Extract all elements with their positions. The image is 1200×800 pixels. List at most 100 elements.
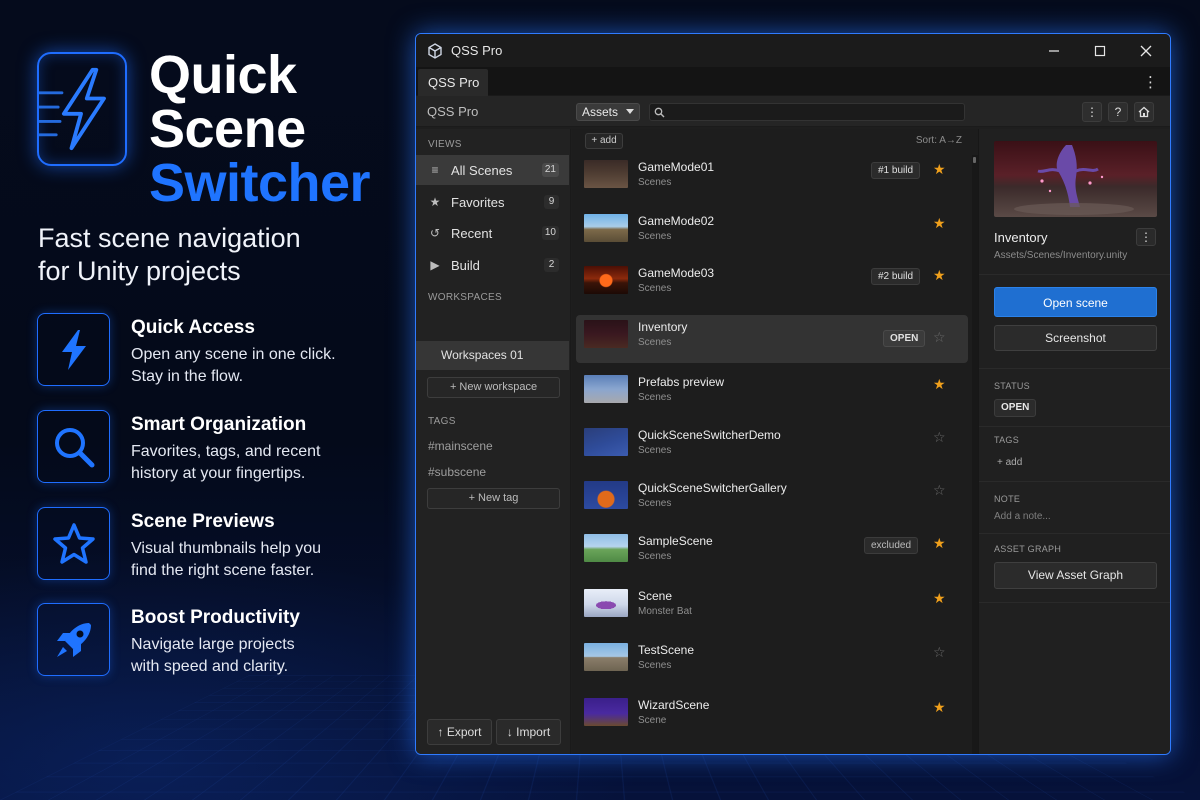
tab-menu-button[interactable]: ⋮ bbox=[1143, 73, 1158, 91]
more-options-button[interactable]: ⋮ bbox=[1082, 102, 1102, 122]
scene-thumbnail bbox=[584, 214, 628, 242]
feature-desc: Visual thumbnails help you find the righ… bbox=[131, 538, 391, 582]
count-badge: 9 bbox=[544, 195, 559, 209]
feature-desc-line: Stay in the flow. bbox=[131, 368, 244, 385]
add-scene-button[interactable]: + add bbox=[585, 133, 623, 149]
detail-scene-name: Inventory bbox=[994, 230, 1048, 245]
scene-preview-image bbox=[994, 141, 1157, 217]
workspace-item[interactable]: Workspaces 01 bbox=[416, 341, 569, 370]
divider bbox=[979, 602, 1170, 603]
open-scene-button[interactable]: Open scene bbox=[994, 287, 1157, 317]
feature-scene-previews: Scene Previews Visual thumbnails help yo… bbox=[37, 507, 397, 581]
play-icon: ▶ bbox=[430, 258, 440, 272]
title-line-3: Switcher bbox=[149, 153, 371, 213]
scene-row[interactable]: GameMode02 Scenes ★ bbox=[576, 209, 968, 257]
tagline-line-2: for Unity projects bbox=[38, 256, 241, 286]
tab-qss-pro[interactable]: QSS Pro bbox=[418, 69, 488, 96]
favorite-star-icon[interactable]: ★ bbox=[933, 535, 946, 552]
scene-thumbnail bbox=[584, 481, 628, 509]
favorite-star-icon[interactable]: ☆ bbox=[933, 644, 946, 661]
note-label: NOTE bbox=[994, 494, 1021, 504]
scene-name: GameMode03 bbox=[638, 266, 715, 280]
maximize-button[interactable] bbox=[1089, 40, 1111, 62]
scene-row[interactable]: TestScene Scenes ☆ bbox=[576, 638, 968, 686]
search-box[interactable] bbox=[649, 103, 965, 121]
title-bar[interactable]: QSS Pro bbox=[416, 34, 1170, 67]
scene-row[interactable]: QuickSceneSwitcherDemo Scenes ☆ bbox=[576, 423, 968, 471]
add-tag-button[interactable]: + add bbox=[997, 457, 1022, 468]
assets-dropdown[interactable]: Assets bbox=[576, 103, 640, 121]
feature-desc-line: Visual thumbnails help you bbox=[131, 540, 322, 557]
logo-icon bbox=[37, 52, 127, 166]
search-input[interactable] bbox=[668, 104, 958, 120]
count-badge: 21 bbox=[541, 163, 559, 177]
title-line-2: Scene bbox=[149, 99, 306, 159]
list-icon: ≡ bbox=[431, 163, 439, 177]
note-input[interactable]: Add a note... bbox=[994, 511, 1051, 522]
scene-path: Scenes bbox=[638, 177, 672, 188]
feature-title: Scene Previews bbox=[131, 511, 275, 532]
scrollbar-thumb[interactable] bbox=[973, 157, 976, 163]
tab-bar: QSS Pro ⋮ bbox=[416, 67, 1170, 96]
scene-row[interactable]: SampleScene Scenes excluded ★ bbox=[576, 529, 968, 577]
rocket-icon bbox=[37, 603, 110, 676]
count-badge: 10 bbox=[541, 226, 559, 240]
favorite-star-icon[interactable]: ☆ bbox=[933, 482, 946, 499]
asset-graph-label: ASSET GRAPH bbox=[994, 544, 1062, 554]
scene-thumbnail bbox=[584, 375, 628, 403]
favorite-star-icon[interactable]: ★ bbox=[933, 267, 946, 284]
sidebar-item-favorites[interactable]: ★ Favorites 9 bbox=[416, 187, 569, 217]
favorite-star-icon[interactable]: ★ bbox=[933, 215, 946, 232]
tagline-line-1: Fast scene navigation bbox=[38, 223, 301, 253]
scene-thumbnail bbox=[584, 266, 628, 294]
favorite-star-icon[interactable]: ☆ bbox=[933, 429, 946, 446]
tags-section-label: TAGS bbox=[428, 416, 456, 427]
favorite-star-icon[interactable]: ★ bbox=[933, 161, 946, 178]
feature-desc: Navigate large projects with speed and c… bbox=[131, 634, 391, 678]
sidebar: VIEWS ≡ All Scenes 21 ★ Favorites 9 ↺ Re… bbox=[416, 129, 571, 754]
tags-label: TAGS bbox=[994, 435, 1020, 445]
excluded-badge: excluded bbox=[864, 537, 919, 554]
tagline: Fast scene navigation for Unity projects bbox=[38, 222, 378, 288]
scene-row[interactable]: QuickSceneSwitcherGallery Scenes ☆ bbox=[576, 476, 968, 524]
sort-dropdown[interactable]: Sort: A→Z bbox=[916, 135, 962, 146]
favorite-star-icon[interactable]: ☆ bbox=[933, 329, 946, 346]
minimize-button[interactable] bbox=[1043, 40, 1065, 62]
scene-row[interactable]: GameMode03 Scenes #2 build ★ bbox=[576, 261, 968, 309]
tag-item[interactable]: #subscene bbox=[428, 465, 486, 479]
scene-name: GameMode02 bbox=[638, 214, 715, 228]
sidebar-item-recent[interactable]: ↺ Recent 10 bbox=[416, 218, 569, 248]
export-button[interactable]: ↑ Export bbox=[427, 719, 492, 745]
scene-row[interactable]: Inventory Scenes OPEN ☆ bbox=[576, 315, 968, 363]
close-button[interactable] bbox=[1135, 40, 1157, 62]
favorite-star-icon[interactable]: ★ bbox=[933, 376, 946, 393]
scene-list: + add Sort: A→Z GameMode01 Scenes #1 bui… bbox=[572, 129, 978, 754]
divider bbox=[979, 533, 1170, 534]
home-button[interactable] bbox=[1134, 102, 1154, 122]
sidebar-item-all-scenes[interactable]: ≡ All Scenes 21 bbox=[416, 155, 569, 185]
view-asset-graph-button[interactable]: View Asset Graph bbox=[994, 562, 1157, 589]
feature-title: Smart Organization bbox=[131, 414, 307, 435]
home-icon bbox=[1138, 106, 1150, 118]
recent-icon: ↺ bbox=[429, 226, 441, 240]
import-button[interactable]: ↓ Import bbox=[496, 719, 561, 745]
feature-smart-organization: Smart Organization Favorites, tags, and … bbox=[37, 410, 397, 484]
detail-menu-button[interactable]: ⋮ bbox=[1136, 228, 1156, 246]
new-tag-button[interactable]: + New tag bbox=[427, 488, 560, 509]
feature-desc-line: Open any scene in one click. bbox=[131, 346, 336, 363]
favorite-star-icon[interactable]: ★ bbox=[933, 590, 946, 607]
favorite-star-icon[interactable]: ★ bbox=[933, 699, 946, 716]
scene-row[interactable]: Scene Monster Bat ★ bbox=[576, 584, 968, 632]
scene-row[interactable]: Prefabs preview Scenes ★ bbox=[576, 370, 968, 418]
feature-desc-line: Favorites, tags, and recent bbox=[131, 443, 321, 460]
scene-row[interactable]: WizardScene Scene ★ bbox=[576, 693, 968, 741]
new-workspace-button[interactable]: + New workspace bbox=[427, 377, 560, 398]
toolbar-title: QSS Pro bbox=[427, 104, 479, 119]
scene-thumbnail bbox=[584, 428, 628, 456]
screenshot-button[interactable]: Screenshot bbox=[994, 325, 1157, 351]
help-button[interactable]: ? bbox=[1108, 102, 1128, 122]
sidebar-item-build[interactable]: ▶ Build 2 bbox=[416, 250, 569, 280]
feature-quick-access: Quick Access Open any scene in one click… bbox=[37, 313, 397, 387]
tag-item[interactable]: #mainscene bbox=[428, 439, 493, 453]
scene-row[interactable]: GameMode01 Scenes #1 build ★ bbox=[576, 155, 968, 203]
